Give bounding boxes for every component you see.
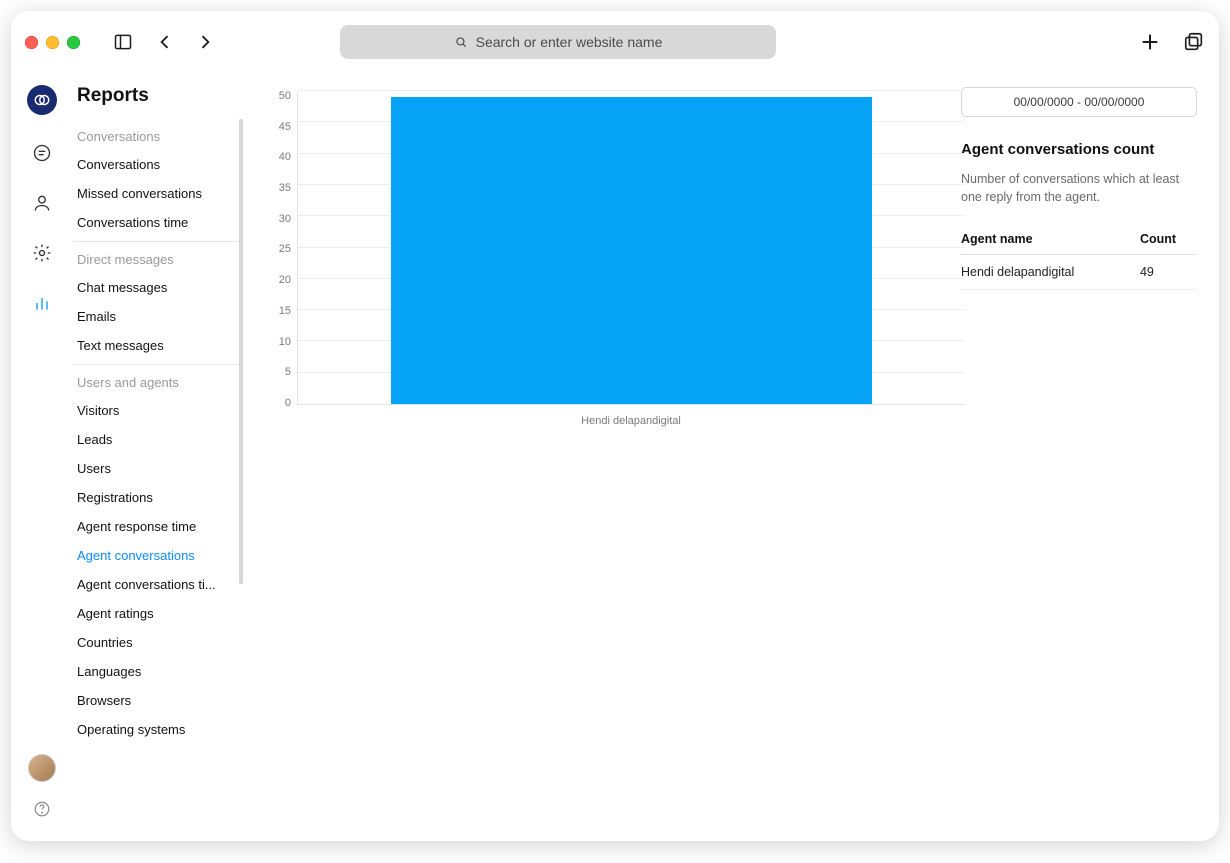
section-heading: Conversations [73,119,243,150]
scrollbar[interactable] [239,119,243,584]
y-tick: 20 [265,275,291,286]
nav-agent-conversations[interactable]: Agent conversations [73,541,243,570]
y-tick: 30 [265,214,291,225]
forward-button[interactable] [194,31,216,53]
sidebar-toggle-icon[interactable] [112,31,134,53]
nav-operating-systems[interactable]: Operating systems [73,715,243,744]
new-tab-button[interactable] [1139,31,1161,53]
date-range-picker[interactable]: 00/00/0000 - 00/00/0000 [961,87,1197,117]
nav-users[interactable]: Users [73,454,243,483]
app-window: Search or enter website name [11,11,1219,841]
nav-agent-response-time[interactable]: Agent response time [73,512,243,541]
help-icon[interactable] [33,800,51,823]
app-logo[interactable] [27,85,57,115]
settings-icon[interactable] [30,241,54,265]
section-heading: Users and agents [73,364,243,396]
nav-conversations[interactable]: Conversations [73,150,243,179]
y-tick: 5 [265,367,291,378]
nav-conversations-time[interactable]: Conversations time [73,208,243,237]
y-tick: 15 [265,306,291,317]
back-button[interactable] [154,31,176,53]
y-tick: 35 [265,183,291,194]
nav-browsers[interactable]: Browsers [73,686,243,715]
minimize-window-button[interactable] [46,36,59,49]
agent-data-table: Agent name Count Hendi delapandigital49 [961,224,1197,290]
plot-area [297,91,965,405]
main-content: 50454035302520151050 Hendi delapandigita… [243,73,1219,841]
col-count: Count [1140,224,1197,255]
nav-agent-ratings[interactable]: Agent ratings [73,599,243,628]
y-tick: 40 [265,152,291,163]
y-tick: 45 [265,122,291,133]
summary-panel: 00/00/0000 - 00/00/0000 Agent conversati… [961,87,1197,841]
nav-visitors[interactable]: Visitors [73,396,243,425]
nav-chat-messages[interactable]: Chat messages [73,273,243,302]
y-axis-ticks: 50454035302520151050 [265,87,291,405]
x-axis-label: Hendi delapandigital [297,415,965,427]
page-title: Reports [73,85,243,119]
search-placeholder: Search or enter website name [476,34,663,50]
section-heading: Direct messages [73,241,243,273]
window-controls [25,36,80,49]
nav-registrations[interactable]: Registrations [73,483,243,512]
titlebar: Search or enter website name [11,11,1219,73]
y-tick: 0 [265,398,291,409]
cell-agent-name: Hendi delapandigital [961,255,1140,290]
reports-icon[interactable] [30,291,54,315]
user-icon[interactable] [30,191,54,215]
bar-chart: 50454035302520151050 Hendi delapandigita… [265,87,965,427]
y-tick: 10 [265,337,291,348]
nav-text-messages[interactable]: Text messages [73,331,243,360]
nav-emails[interactable]: Emails [73,302,243,331]
maximize-window-button[interactable] [67,36,80,49]
chart-bar [391,97,871,404]
panel-title: Agent conversations count [961,141,1197,158]
cell-count: 49 [1140,255,1197,290]
nav-countries[interactable]: Countries [73,628,243,657]
col-agent-name: Agent name [961,224,1140,255]
panel-description: Number of conversations which at least o… [961,170,1197,206]
chat-icon[interactable] [30,141,54,165]
search-icon [454,35,468,49]
y-tick: 25 [265,244,291,255]
y-tick: 50 [265,91,291,102]
table-row: Hendi delapandigital49 [961,255,1197,290]
nav-languages[interactable]: Languages [73,657,243,686]
reports-sidebar: Reports Conversations Conversations Miss… [73,73,243,841]
nav-leads[interactable]: Leads [73,425,243,454]
close-window-button[interactable] [25,36,38,49]
icon-rail [11,73,73,841]
nav-agent-conversations-time[interactable]: Agent conversations ti... [73,570,243,599]
user-avatar[interactable] [28,754,56,782]
tabs-overview-button[interactable] [1183,31,1205,53]
chart-area: 50454035302520151050 Hendi delapandigita… [265,87,943,841]
nav-missed-conversations[interactable]: Missed conversations [73,179,243,208]
address-search-bar[interactable]: Search or enter website name [340,25,776,59]
